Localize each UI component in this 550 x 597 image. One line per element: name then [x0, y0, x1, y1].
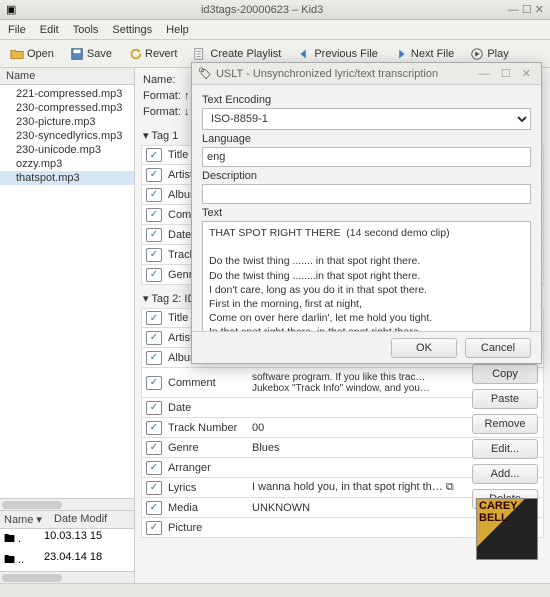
file-item[interactable]: ozzy.mp3 [0, 157, 134, 171]
checkbox-icon[interactable]: ✓ [146, 148, 162, 162]
checkbox-icon[interactable]: ✓ [146, 188, 162, 202]
checkbox-icon[interactable]: ✓ [146, 461, 162, 475]
dir-list-hscroll[interactable] [0, 571, 134, 583]
titlebar: ▣ id3tags-20000623 – Kid3 ― ☐ ✕ [0, 0, 550, 20]
copy-button[interactable]: Copy [472, 364, 538, 384]
checkbox-icon[interactable]: ✓ [146, 351, 162, 365]
checkbox-icon[interactable]: ✓ [146, 441, 162, 455]
file-item[interactable]: 221-compressed.mp3 [0, 87, 134, 101]
checkbox-icon[interactable]: ✓ [146, 421, 162, 435]
dir-col-date[interactable]: Date Modif [50, 511, 111, 528]
file-list-hscroll[interactable] [0, 498, 134, 510]
ok-button[interactable]: OK [391, 338, 457, 358]
checkbox-icon[interactable]: ✓ [146, 501, 162, 515]
window-title: id3tags-20000623 – Kid3 [16, 4, 507, 16]
cancel-button[interactable]: Cancel [465, 338, 531, 358]
language-input[interactable] [202, 147, 531, 167]
checkbox-icon[interactable]: ✓ [146, 311, 162, 325]
menu-edit[interactable]: Edit [40, 24, 59, 36]
add--button[interactable]: Add... [472, 464, 538, 484]
album-cover[interactable]: CAREYBELL [476, 498, 538, 560]
checkbox-icon[interactable]: ✓ [146, 331, 162, 345]
encoding-label: Text Encoding [202, 94, 531, 106]
menubar: File Edit Tools Settings Help [0, 20, 550, 40]
play-button[interactable]: Play [466, 45, 512, 63]
statusbar [0, 583, 550, 597]
file-list[interactable]: 221-compressed.mp3230-compressed.mp3230-… [0, 85, 134, 498]
file-item[interactable]: thatspot.mp3 [0, 171, 134, 185]
uslt-dialog: 🏷 USLT - Unsynchronized lyric/text trans… [191, 62, 542, 364]
next-file-button[interactable]: Next File [390, 45, 458, 63]
dialog-title: USLT - Unsynchronized lyric/text transcr… [212, 68, 479, 80]
window-controls[interactable]: ― ☐ ✕ [508, 3, 544, 16]
encoding-select[interactable]: ISO-8859-1 [202, 108, 531, 130]
file-item[interactable]: 230-syncedlyrics.mp3 [0, 129, 134, 143]
checkbox-icon[interactable]: ✓ [146, 248, 162, 262]
save-button[interactable]: Save [66, 45, 116, 63]
file-panel-head[interactable]: Name [0, 68, 134, 85]
previous-file-button[interactable]: Previous File [293, 45, 382, 63]
paste-button[interactable]: Paste [472, 389, 538, 409]
checkbox-icon[interactable]: ✓ [146, 168, 162, 182]
language-label: Language [202, 133, 531, 145]
menu-file[interactable]: File [8, 24, 26, 36]
menu-settings[interactable]: Settings [112, 24, 152, 36]
checkbox-icon[interactable]: ✓ [146, 521, 162, 535]
dir-row[interactable]: 🖿 .10.03.13 15 [0, 529, 134, 550]
open-button[interactable]: Open [6, 45, 58, 63]
remove-button[interactable]: Remove [472, 414, 538, 434]
text-label: Text [202, 207, 531, 219]
file-item[interactable]: 230-unicode.mp3 [0, 143, 134, 157]
dir-col-name[interactable]: Name ▾ [0, 511, 50, 528]
revert-button[interactable]: Revert [124, 45, 181, 63]
dir-row[interactable]: 🖿 ..23.04.14 18 [0, 550, 134, 571]
checkbox-icon[interactable]: ✓ [146, 228, 162, 242]
checkbox-icon[interactable]: ✓ [146, 376, 162, 390]
checkbox-icon[interactable]: ✓ [146, 401, 162, 415]
checkbox-icon[interactable]: ✓ [146, 208, 162, 222]
dialog-window-controls[interactable]: ― ☐ ✕ [479, 67, 535, 80]
file-item[interactable]: 230-picture.mp3 [0, 115, 134, 129]
description-label: Description [202, 170, 531, 182]
dialog-icon: 🏷 [198, 67, 212, 80]
file-item[interactable]: 230-compressed.mp3 [0, 101, 134, 115]
edit--button[interactable]: Edit... [472, 439, 538, 459]
checkbox-icon[interactable]: ✓ [146, 268, 162, 282]
file-panel: Name 221-compressed.mp3230-compressed.mp… [0, 68, 135, 583]
text-area[interactable]: THAT SPOT RIGHT THERE (14 second demo cl… [202, 221, 531, 331]
app-icon: ▣ [6, 3, 16, 16]
menu-help[interactable]: Help [166, 24, 189, 36]
menu-tools[interactable]: Tools [73, 24, 99, 36]
description-input[interactable] [202, 184, 531, 204]
create-playlist-button[interactable]: Create Playlist [189, 45, 285, 63]
checkbox-icon[interactable]: ✓ [146, 481, 162, 495]
